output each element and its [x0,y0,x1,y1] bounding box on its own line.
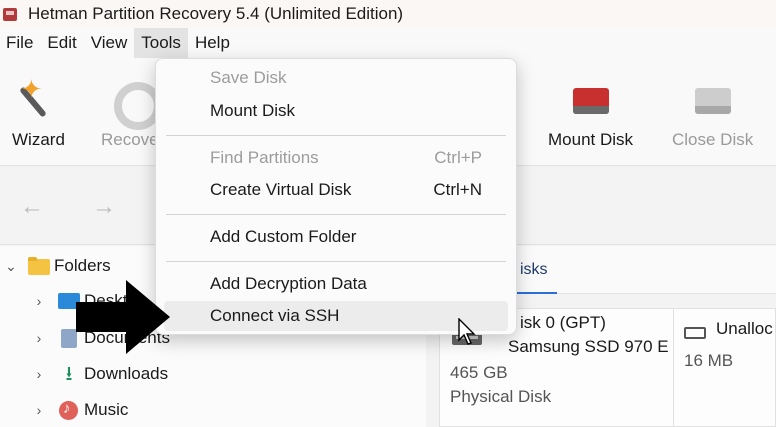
menu-item-label: Find Partitions [210,148,319,167]
menu-tools[interactable]: Tools [134,28,188,58]
tree-item-label: Music [84,400,129,419]
chevron-right-icon[interactable]: › [32,366,46,382]
menu-item-label: Add Custom Folder [210,227,357,246]
menu-separator [166,135,506,136]
menu-item-label: Mount Disk [210,101,296,120]
menu-item-label: Add Decryption Data [210,274,367,293]
menu-item-add-decryption-data[interactable]: Add Decryption Data [164,269,508,299]
chevron-right-icon[interactable]: › [32,402,46,418]
download-icon: ⭳ [65,363,73,385]
close-disk-button[interactable]: Close Disk [672,76,753,150]
chevron-right-icon[interactable]: › [32,330,46,346]
close-disk-label: Close Disk [672,130,754,149]
menu-bar: File Edit View Tools Help [0,28,776,58]
wand-icon [16,74,60,120]
wizard-label: Wizard [12,130,65,149]
menu-item-create-virtual-disk[interactable]: Create Virtual Disk Ctrl+N [164,175,508,205]
chevron-down-icon[interactable]: ⌄ [4,258,18,275]
app-icon [0,3,22,25]
tools-menu: Save Disk Mount Disk Find Partitions Ctr… [155,58,517,335]
disk-type: Physical Disk [450,387,552,406]
tab-disks-label: isks [520,261,548,278]
disk-size: 465 GB [450,363,508,382]
menu-view[interactable]: View [84,28,135,58]
unallocated-card[interactable]: Unalloc 16 MB [673,308,776,427]
unallocated-icon [684,327,706,339]
music-icon [58,400,80,420]
forward-arrow-icon[interactable]: → [92,193,116,221]
menu-item-label: Connect via SSH [210,306,340,325]
wizard-button[interactable]: Wizard [12,74,65,150]
pointer-arrow-icon [76,280,172,354]
lifebuoy-icon [108,76,162,130]
chevron-right-icon[interactable]: › [32,293,46,309]
window-title: Hetman Partition Recovery 5.4 (Unlimited… [28,4,404,23]
close-disk-icon [691,76,735,120]
menu-separator [166,261,506,262]
folder-icon [28,257,50,275]
mouse-cursor-icon [458,318,476,345]
menu-item-save-disk[interactable]: Save Disk [164,63,508,93]
unallocated-label: Unalloc [716,319,773,338]
tree-item-downloads[interactable]: › ⭳ Downloads [32,364,168,384]
menu-item-add-custom-folder[interactable]: Add Custom Folder [164,222,508,252]
menu-edit[interactable]: Edit [40,28,83,58]
recovery-button[interactable]: Recove [101,76,162,150]
disk-name: isk 0 (GPT) [520,313,606,332]
menu-item-find-partitions[interactable]: Find Partitions Ctrl+P [164,143,508,173]
menu-item-label: Save Disk [210,68,287,87]
tree-item-folders[interactable]: ⌄ Folders [4,256,111,276]
mount-disk-icon [569,76,613,120]
tree-item-music[interactable]: › Music [32,400,128,420]
menu-help[interactable]: Help [188,28,237,58]
title-bar: Hetman Partition Recovery 5.4 (Unlimited… [0,0,776,28]
menu-item-mount-disk[interactable]: Mount Disk [164,96,508,126]
tree-item-label: Folders [54,256,111,275]
menu-item-label: Create Virtual Disk [210,180,352,199]
menu-item-shortcut: Ctrl+N [433,180,482,199]
disk-model: Samsung SSD 970 E [508,337,669,356]
menu-file[interactable]: File [0,28,40,58]
back-arrow-icon[interactable]: ← [20,193,44,221]
menu-separator [166,214,506,215]
tree-item-label: Downloads [84,364,169,383]
unallocated-size: 16 MB [684,351,734,370]
mount-disk-label: Mount Disk [548,130,634,149]
mount-disk-button[interactable]: Mount Disk [548,76,633,150]
menu-item-connect-ssh[interactable]: Connect via SSH [164,301,508,331]
recovery-label: Recove [101,130,159,149]
menu-item-shortcut: Ctrl+P [434,148,482,167]
